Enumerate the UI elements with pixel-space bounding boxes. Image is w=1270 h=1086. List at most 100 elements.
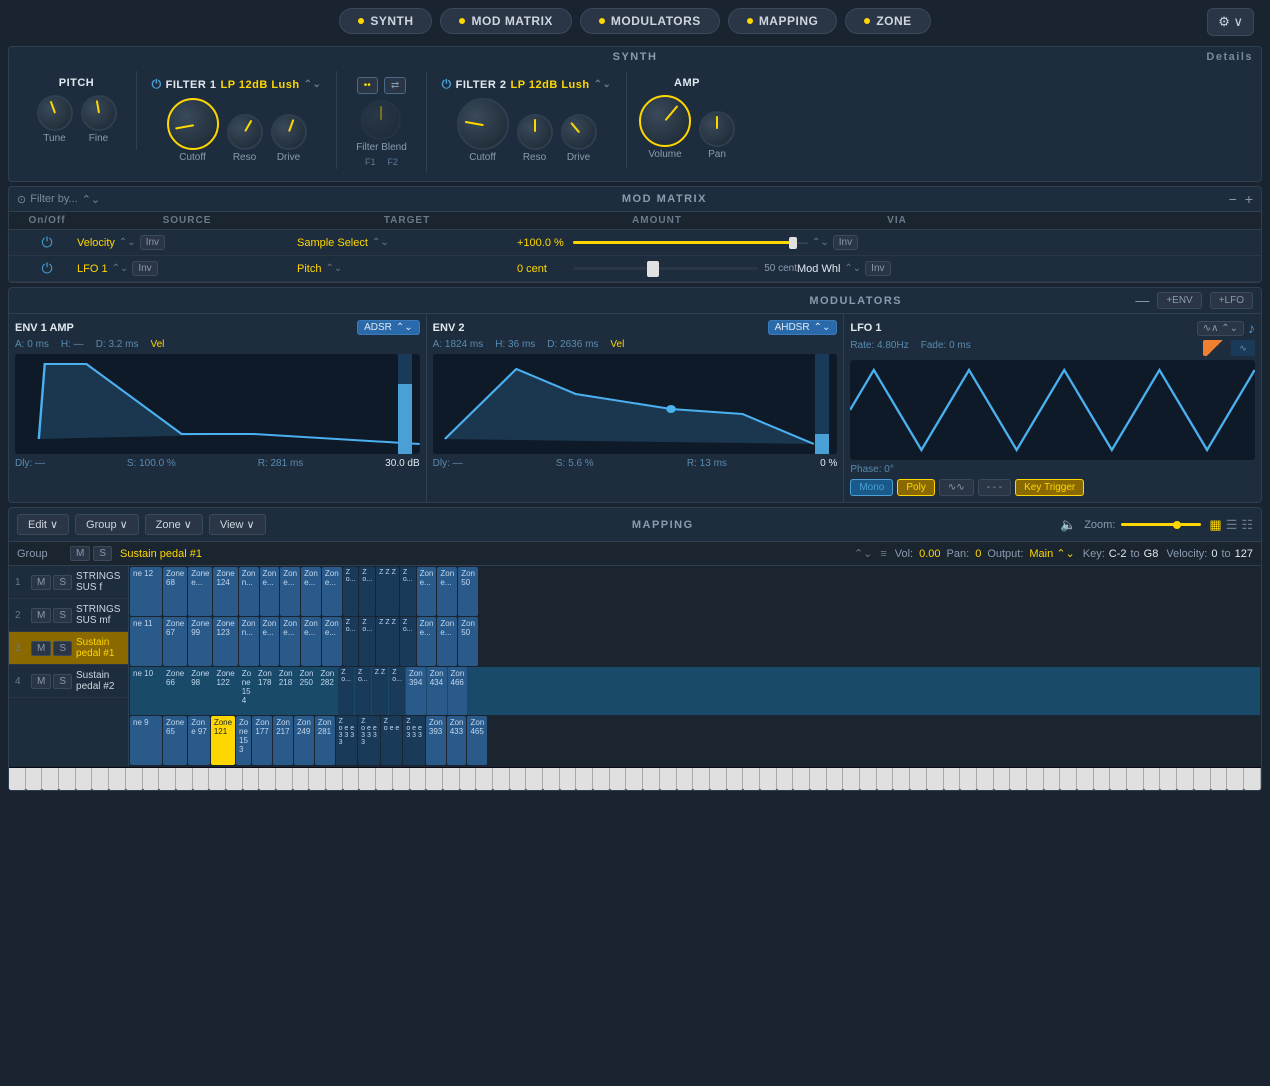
- piano-key-white[interactable]: [259, 768, 276, 790]
- group-button[interactable]: Group ∨: [75, 514, 139, 535]
- lfo1-mono-button[interactable]: Mono: [850, 479, 893, 496]
- piano-key-white[interactable]: [1010, 768, 1027, 790]
- piano-key-white[interactable]: [92, 768, 109, 790]
- gear-button[interactable]: ⚙ ∨: [1207, 8, 1254, 36]
- filter-button[interactable]: ⊙ Filter by... ⌃⌄: [17, 193, 100, 206]
- zoom-slider[interactable]: [1121, 523, 1201, 526]
- piano-key-white[interactable]: [1060, 768, 1077, 790]
- piano-key-white[interactable]: [576, 768, 593, 790]
- row2-target-arrow[interactable]: ⌃⌄: [325, 263, 342, 274]
- piano-key-white[interactable]: [176, 768, 193, 790]
- zone-r2c4[interactable]: Zonn...: [239, 617, 259, 666]
- zone-r3c4[interactable]: Zone154: [239, 667, 254, 716]
- piano-key-white[interactable]: [743, 768, 760, 790]
- piano-key-white[interactable]: [1177, 768, 1194, 790]
- piano-key-white[interactable]: [76, 768, 93, 790]
- piano-key-white[interactable]: [460, 768, 477, 790]
- piano-key-white[interactable]: [293, 768, 310, 790]
- row2-via-inv[interactable]: Inv: [865, 261, 890, 276]
- g1-m-btn[interactable]: M: [31, 575, 51, 590]
- piano-key-white[interactable]: [143, 768, 160, 790]
- piano-key-white[interactable]: [1077, 768, 1094, 790]
- piano-key-white[interactable]: [944, 768, 961, 790]
- filter2-type-select[interactable]: LP 12dB Lush: [510, 79, 589, 91]
- piano-key-white[interactable]: [343, 768, 360, 790]
- zone-r1c6[interactable]: Zone...: [280, 567, 300, 616]
- piano-key-white[interactable]: [810, 768, 827, 790]
- grid-view-button[interactable]: ▦: [1209, 517, 1221, 533]
- zone-r4c8[interactable]: Zon281: [315, 716, 335, 765]
- group-row-3[interactable]: 3 M S Sustain pedal #1: [9, 632, 128, 665]
- list-view-button[interactable]: ☰: [1226, 517, 1238, 533]
- g3-s-btn[interactable]: S: [53, 641, 72, 656]
- piano-key-white[interactable]: [677, 768, 694, 790]
- filter2-cutoff-knob[interactable]: [457, 98, 509, 150]
- pan-knob[interactable]: [699, 111, 735, 147]
- zone-r2c7[interactable]: Zone...: [301, 617, 321, 666]
- lfo1-poly-button[interactable]: Poly: [897, 479, 934, 496]
- zone-r4c14[interactable]: Zon433: [447, 716, 467, 765]
- zone-r1c11[interactable]: Z Z Z: [376, 567, 399, 616]
- filter1-drive-knob[interactable]: [271, 114, 307, 150]
- piano-key-white[interactable]: [977, 768, 994, 790]
- zone-r4c9[interactable]: Zo e e3 3 33: [336, 716, 358, 765]
- detail-view-button[interactable]: ☷: [1241, 517, 1253, 533]
- piano-key-white[interactable]: [560, 768, 577, 790]
- zone-r2c6[interactable]: Zone...: [280, 617, 300, 666]
- piano-key-white[interactable]: [109, 768, 126, 790]
- modulators-minus-button[interactable]: —: [1135, 292, 1149, 309]
- piano-key-white[interactable]: [1160, 768, 1177, 790]
- view-button[interactable]: View ∨: [209, 514, 266, 535]
- tab-synth[interactable]: SYNTH: [339, 8, 432, 34]
- zone-r4c7[interactable]: Zon249: [294, 716, 314, 765]
- piano-key-white[interactable]: [1044, 768, 1061, 790]
- piano-key-white[interactable]: [660, 768, 677, 790]
- piano-key-white[interactable]: [159, 768, 176, 790]
- piano-key-white[interactable]: [526, 768, 543, 790]
- fine-knob[interactable]: [81, 95, 117, 131]
- zone-r2c8[interactable]: Zone...: [322, 617, 342, 666]
- zone-r3c10[interactable]: Zo...: [355, 667, 371, 716]
- zone-r2c2[interactable]: Zone99: [188, 617, 212, 666]
- zone-r2c1[interactable]: Zone67: [163, 617, 187, 666]
- piano-key-white[interactable]: [610, 768, 627, 790]
- row2-pitch-slider[interactable]: [573, 267, 758, 270]
- zone-r3c2[interactable]: Zone98: [188, 667, 212, 716]
- piano-key-white[interactable]: [994, 768, 1011, 790]
- zone-r1c8[interactable]: Zone...: [322, 567, 342, 616]
- zone-r3c11[interactable]: Z Z: [372, 667, 389, 716]
- group-row-4[interactable]: 4 M S Sustain pedal #2: [9, 665, 128, 698]
- g2-s-btn[interactable]: S: [53, 608, 72, 623]
- zone-r3c14[interactable]: Zon434: [427, 667, 447, 716]
- lfo1-wave-btn[interactable]: ∿: [1231, 340, 1255, 356]
- piano-key-white[interactable]: [309, 768, 326, 790]
- piano-key-white[interactable]: [393, 768, 410, 790]
- zone-r2c9[interactable]: Zo...: [343, 617, 359, 666]
- piano-key-white[interactable]: [376, 768, 393, 790]
- g4-s-btn[interactable]: S: [53, 674, 72, 689]
- row2-via-arrow[interactable]: ⌃⌄: [844, 263, 861, 274]
- group-s-button[interactable]: S: [93, 546, 112, 561]
- zone-r3c3[interactable]: Zone122: [213, 667, 237, 716]
- piano-key-white[interactable]: [410, 768, 427, 790]
- piano-key-white[interactable]: [1244, 768, 1261, 790]
- lfo1-wave-select[interactable]: ∿∧ ⌃⌄: [1197, 321, 1244, 336]
- zone-r3c1[interactable]: Zone66: [163, 667, 187, 716]
- zone-r1c3[interactable]: Zone124: [213, 567, 237, 616]
- zone-r1c12[interactable]: Zo...: [400, 567, 416, 616]
- zone-r4c2[interactable]: Zone 97: [188, 716, 210, 765]
- filter2-drive-knob[interactable]: [561, 114, 597, 150]
- piano-key-white[interactable]: [777, 768, 794, 790]
- filter1-power-icon[interactable]: ⏻: [152, 77, 162, 92]
- piano-key-white[interactable]: [1094, 768, 1111, 790]
- zone-r4c11[interactable]: Zo e e: [381, 716, 403, 765]
- filter1-type-arrow[interactable]: ⌃⌄: [304, 79, 322, 90]
- piano-key-white[interactable]: [1227, 768, 1244, 790]
- piano-key-white[interactable]: [443, 768, 460, 790]
- piano-key-white[interactable]: [1144, 768, 1161, 790]
- row1-source-arrow[interactable]: ⌃⌄: [119, 237, 136, 248]
- piano-key-white[interactable]: [1027, 768, 1044, 790]
- details-button[interactable]: Details: [1206, 51, 1253, 63]
- row1-source-inv[interactable]: Inv: [140, 235, 165, 250]
- zone-r4c5[interactable]: Zon177: [252, 716, 272, 765]
